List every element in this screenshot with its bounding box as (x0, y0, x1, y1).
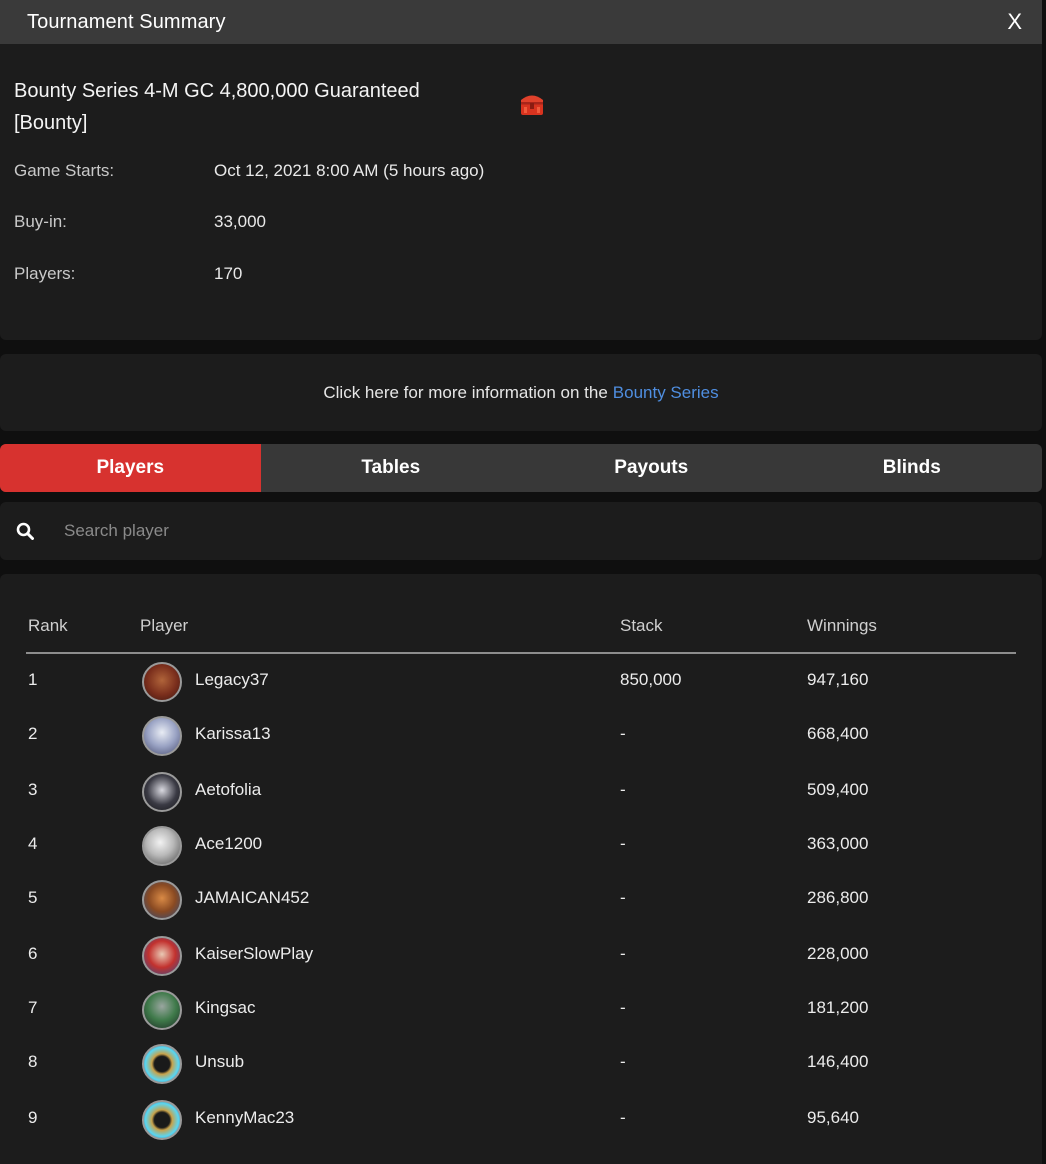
stack-cell: - (620, 834, 626, 853)
close-button[interactable]: X (1007, 9, 1022, 35)
search-input[interactable] (64, 516, 964, 546)
player-name: Karissa13 (195, 724, 271, 743)
player-name: JAMAICAN452 (195, 888, 310, 907)
avatar (142, 826, 182, 866)
table-row[interactable]: 7 Kingsac - 181,200 (26, 982, 1016, 1036)
tab-blinds[interactable]: Blinds (782, 444, 1043, 492)
table-row[interactable]: 9 KennyMac23 - 95,640 (26, 1092, 1016, 1146)
rank-cell: 2 (28, 724, 38, 743)
winnings-cell: 286,800 (807, 888, 869, 907)
stack-cell: - (620, 724, 626, 743)
player-name: KaiserSlowPlay (195, 944, 314, 963)
player-name: Unsub (195, 1052, 245, 1071)
players-label: Players: (14, 264, 76, 283)
header-rank[interactable]: Rank (28, 616, 68, 636)
stack-cell: - (620, 944, 626, 963)
buyin-label: Buy-in: (14, 212, 67, 231)
rank-cell: 9 (28, 1108, 38, 1127)
avatar (142, 772, 182, 812)
table-row[interactable]: 5 JAMAICAN452 - 286,800 (26, 872, 1016, 926)
rank-cell: 3 (28, 780, 38, 799)
table-row[interactable]: 2 Karissa13 - 668,400 (26, 708, 1016, 762)
game-starts-label: Game Starts: (14, 161, 115, 180)
avatar (142, 990, 182, 1030)
header-winnings[interactable]: Winnings (807, 616, 877, 636)
tournament-info-panel: Bounty Series 4-M GC 4,800,000 Guarantee… (0, 44, 1042, 340)
info-banner[interactable]: Click here for more information on the B… (0, 354, 1042, 431)
winnings-cell: 95,640 (807, 1108, 859, 1127)
winnings-cell: 947,160 (807, 670, 869, 689)
rank-cell: 5 (28, 888, 38, 907)
rank-cell: 8 (28, 1052, 38, 1071)
tab-players[interactable]: Players (0, 444, 261, 492)
tab-tables[interactable]: Tables (261, 444, 522, 492)
players-value: 170 (214, 264, 243, 283)
rank-cell: 1 (28, 670, 38, 689)
stack-cell: - (620, 1052, 626, 1071)
rank-cell: 7 (28, 998, 38, 1017)
players-table: Rank Player Stack Winnings 1 Legacy37 85… (0, 574, 1042, 1164)
player-name: Kingsac (195, 998, 256, 1017)
game-starts-value: Oct 12, 2021 8:00 AM (5 hours ago) (214, 161, 485, 180)
tab-payouts[interactable]: Payouts (521, 444, 782, 492)
player-name: Aetofolia (195, 780, 262, 799)
buyin-value: 33,000 (214, 212, 266, 231)
table-row[interactable]: 8 Unsub - 146,400 (26, 1036, 1016, 1090)
table-row[interactable]: 4 Ace1200 - 363,000 (26, 818, 1016, 872)
avatar (142, 1100, 182, 1140)
title-bar: Tournament Summary X (0, 0, 1042, 44)
stack-cell: - (620, 780, 626, 799)
avatar (142, 662, 182, 702)
tournament-name: Bounty Series 4-M GC 4,800,000 Guarantee… (14, 80, 420, 134)
stack-cell: - (620, 1108, 626, 1127)
avatar (142, 716, 182, 756)
header-stack[interactable]: Stack (620, 616, 663, 636)
player-name: Legacy37 (195, 670, 269, 689)
table-row[interactable]: 1 Legacy37 850,000 947,160 (26, 654, 1016, 708)
search-icon (16, 522, 34, 540)
bounty-series-link[interactable]: Bounty Series (613, 383, 719, 403)
avatar (142, 936, 182, 976)
rank-cell: 4 (28, 834, 38, 853)
banner-text: Click here for more information on the (323, 382, 608, 402)
winnings-cell: 181,200 (807, 998, 869, 1017)
winnings-cell: 509,400 (807, 780, 869, 799)
table-row[interactable]: 6 KaiserSlowPlay - 228,000 (26, 928, 1016, 982)
player-name: Ace1200 (195, 834, 263, 853)
winnings-cell: 228,000 (807, 944, 869, 963)
avatar (142, 880, 182, 920)
tab-bar: Players Tables Payouts Blinds (0, 444, 1042, 492)
header-player[interactable]: Player (140, 616, 188, 636)
winnings-cell: 363,000 (807, 834, 869, 853)
rank-cell: 6 (28, 944, 38, 963)
avatar (142, 1044, 182, 1084)
stack-cell: - (620, 998, 626, 1017)
search-bar (0, 502, 1042, 560)
winnings-cell: 668,400 (807, 724, 869, 743)
table-header: Rank Player Stack Winnings (26, 612, 1016, 654)
winnings-cell: 146,400 (807, 1052, 869, 1071)
stack-cell: - (620, 888, 626, 907)
stack-cell: 850,000 (620, 670, 682, 689)
window-title: Tournament Summary (27, 10, 226, 33)
table-row[interactable]: 3 Aetofolia - 509,400 (26, 764, 1016, 818)
treasure-chest-icon (521, 95, 543, 115)
player-name: KennyMac23 (195, 1108, 295, 1127)
